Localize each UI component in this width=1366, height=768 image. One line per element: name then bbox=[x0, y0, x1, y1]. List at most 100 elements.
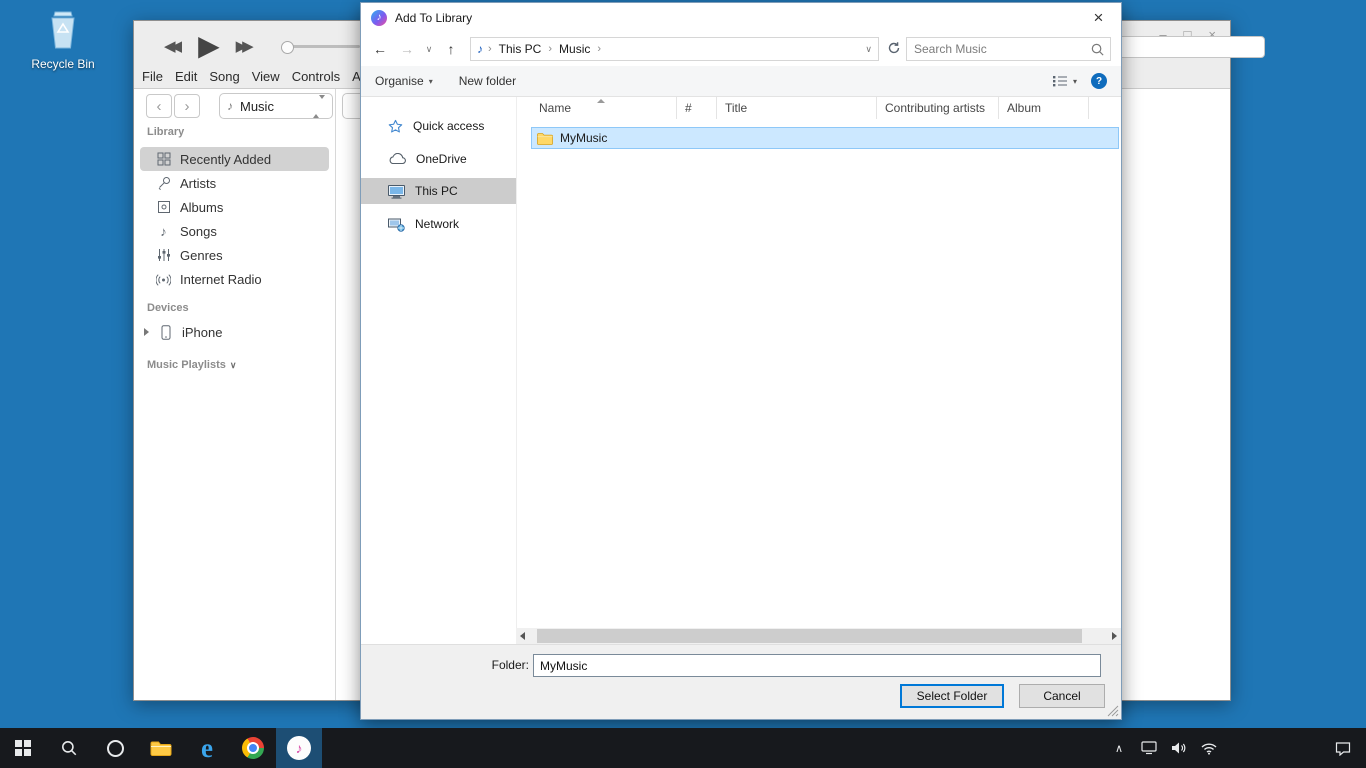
expand-triangle-icon[interactable] bbox=[144, 328, 149, 336]
sidebar-item-genres[interactable]: Genres bbox=[140, 243, 329, 267]
sidebar-item-label: Quick access bbox=[413, 119, 484, 133]
forward-button[interactable]: → bbox=[396, 41, 418, 57]
chevron-down-icon: ∨ bbox=[230, 360, 237, 371]
itunes-taskbar-button[interactable]: ♪ bbox=[276, 728, 322, 768]
playlists-header-row[interactable]: Music Playlists ∨ bbox=[147, 359, 236, 371]
list-view-icon bbox=[1052, 74, 1068, 88]
speaker-icon bbox=[1171, 741, 1187, 755]
taskbar: e ♪ ∧ bbox=[0, 728, 1366, 768]
recycle-bin[interactable]: Recycle Bin bbox=[28, 8, 98, 71]
scroll-right-icon[interactable] bbox=[1112, 632, 1117, 640]
column-header-artists[interactable]: Contributing artists bbox=[877, 97, 999, 119]
column-header-title[interactable]: Title bbox=[717, 97, 877, 119]
help-button[interactable]: ? bbox=[1091, 73, 1107, 89]
cloud-icon bbox=[388, 153, 406, 165]
change-view-button[interactable]: ▾ bbox=[1052, 74, 1077, 88]
album-icon bbox=[156, 200, 171, 214]
sidebar-item-onedrive[interactable]: OneDrive bbox=[361, 146, 516, 172]
action-center-button[interactable] bbox=[1320, 728, 1366, 768]
itunes-back-button[interactable]: ‹ bbox=[146, 94, 172, 118]
select-folder-button[interactable]: Select Folder bbox=[900, 684, 1004, 708]
file-row-mymusic[interactable]: MyMusic bbox=[531, 127, 1119, 149]
sidebar-item-recently-added[interactable]: Recently Added bbox=[140, 147, 329, 171]
action-center-icon bbox=[1335, 741, 1351, 756]
start-button[interactable] bbox=[0, 728, 46, 768]
dialog-body: Quick access OneDrive This PC bbox=[361, 97, 1121, 644]
breadcrumb-separator-icon: › bbox=[597, 43, 601, 55]
sidebar-item-label: Songs bbox=[180, 224, 217, 239]
windows-logo-icon bbox=[15, 740, 31, 756]
column-header-name[interactable]: Name bbox=[517, 97, 677, 119]
folder-name-input[interactable] bbox=[533, 654, 1101, 677]
cortana-button[interactable] bbox=[92, 728, 138, 768]
organise-button[interactable]: Organise ▾ bbox=[375, 74, 433, 88]
sidebar-item-label: This PC bbox=[415, 184, 458, 198]
volume-button[interactable] bbox=[1168, 741, 1190, 755]
dialog-titlebar[interactable]: ♪ Add To Library × bbox=[361, 3, 1121, 32]
network-icon bbox=[388, 217, 405, 232]
network-button[interactable] bbox=[1198, 742, 1220, 755]
file-explorer-button[interactable] bbox=[138, 728, 184, 768]
play-button[interactable]: ▶ bbox=[198, 32, 220, 60]
scroll-left-icon[interactable] bbox=[520, 632, 525, 640]
sidebar-item-albums[interactable]: Albums bbox=[140, 195, 329, 219]
sidebar-item-quick-access[interactable]: Quick access bbox=[361, 113, 516, 139]
itunes-search-field[interactable] bbox=[1105, 36, 1265, 58]
horizontal-scrollbar[interactable] bbox=[516, 628, 1121, 644]
sidebar-item-artists[interactable]: Artists bbox=[140, 171, 329, 195]
address-bar[interactable]: ♪ › This PC › Music › ∨ bbox=[470, 37, 879, 61]
media-kind-selector[interactable]: ♪ Music bbox=[219, 93, 333, 119]
sidebar-item-iphone[interactable]: iPhone bbox=[140, 320, 329, 344]
back-button[interactable]: ← bbox=[369, 41, 391, 57]
star-icon bbox=[388, 119, 403, 134]
sidebar-item-this-pc[interactable]: This PC bbox=[361, 178, 516, 204]
desktop: Recycle Bin ◀◀ ▶ ▶▶ – □ × File Edit Song… bbox=[0, 0, 1366, 768]
itunes-app-icon: ♪ bbox=[371, 10, 387, 26]
dialog-navigation-bar: ← → ∨ ↑ ♪ › This PC › Music › ∨ bbox=[361, 32, 1121, 66]
breadcrumb-this-pc[interactable]: This PC bbox=[497, 42, 544, 56]
file-name: MyMusic bbox=[560, 131, 607, 145]
menu-controls[interactable]: Controls bbox=[286, 69, 346, 84]
column-header-album[interactable]: Album bbox=[999, 97, 1089, 119]
next-track-button[interactable]: ▶▶ bbox=[236, 37, 254, 55]
dialog-close-button[interactable]: × bbox=[1076, 3, 1121, 32]
menu-song[interactable]: Song bbox=[203, 69, 245, 84]
itunes-forward-button[interactable]: › bbox=[174, 94, 200, 118]
computer-icon bbox=[388, 184, 405, 199]
system-tray: ∧ bbox=[1108, 728, 1220, 768]
show-hidden-icons-button[interactable]: ∧ bbox=[1108, 742, 1130, 755]
dialog-title: Add To Library bbox=[395, 11, 472, 25]
search-icon bbox=[1090, 42, 1105, 57]
column-header-number[interactable]: # bbox=[677, 97, 717, 119]
search-box[interactable] bbox=[906, 37, 1111, 61]
pc-status-button[interactable] bbox=[1138, 741, 1160, 755]
search-input[interactable] bbox=[907, 38, 1110, 60]
sliders-icon bbox=[156, 248, 171, 262]
edge-button[interactable]: e bbox=[184, 728, 230, 768]
address-dropdown-chevron[interactable]: ∨ bbox=[865, 44, 872, 55]
breadcrumb-music[interactable]: Music bbox=[557, 42, 592, 56]
menu-file[interactable]: File bbox=[136, 69, 169, 84]
sidebar-item-label: Artists bbox=[180, 176, 216, 191]
recycle-bin-label: Recycle Bin bbox=[28, 57, 98, 71]
resize-grip[interactable] bbox=[1106, 704, 1119, 717]
sidebar-item-network[interactable]: Network bbox=[361, 211, 516, 237]
dialog-footer: Folder: Select Folder Cancel bbox=[361, 644, 1121, 719]
taskbar-search-button[interactable] bbox=[46, 728, 92, 768]
new-folder-label: New folder bbox=[459, 74, 516, 88]
volume-slider[interactable] bbox=[284, 45, 360, 48]
scrollbar-thumb[interactable] bbox=[537, 629, 1082, 643]
sidebar-item-internet-radio[interactable]: Internet Radio bbox=[140, 267, 329, 291]
monitor-icon bbox=[1141, 741, 1157, 755]
sidebar-item-songs[interactable]: ♪ Songs bbox=[140, 219, 329, 243]
previous-track-button[interactable]: ◀◀ bbox=[164, 37, 182, 55]
chrome-button[interactable] bbox=[230, 728, 276, 768]
new-folder-button[interactable]: New folder bbox=[459, 74, 516, 88]
grid-icon bbox=[156, 152, 171, 166]
refresh-button[interactable] bbox=[887, 41, 901, 58]
up-button[interactable]: ↑ bbox=[440, 41, 462, 57]
menu-edit[interactable]: Edit bbox=[169, 69, 203, 84]
menu-view[interactable]: View bbox=[246, 69, 286, 84]
recent-locations-chevron[interactable]: ∨ bbox=[423, 44, 435, 55]
cancel-button[interactable]: Cancel bbox=[1019, 684, 1105, 708]
